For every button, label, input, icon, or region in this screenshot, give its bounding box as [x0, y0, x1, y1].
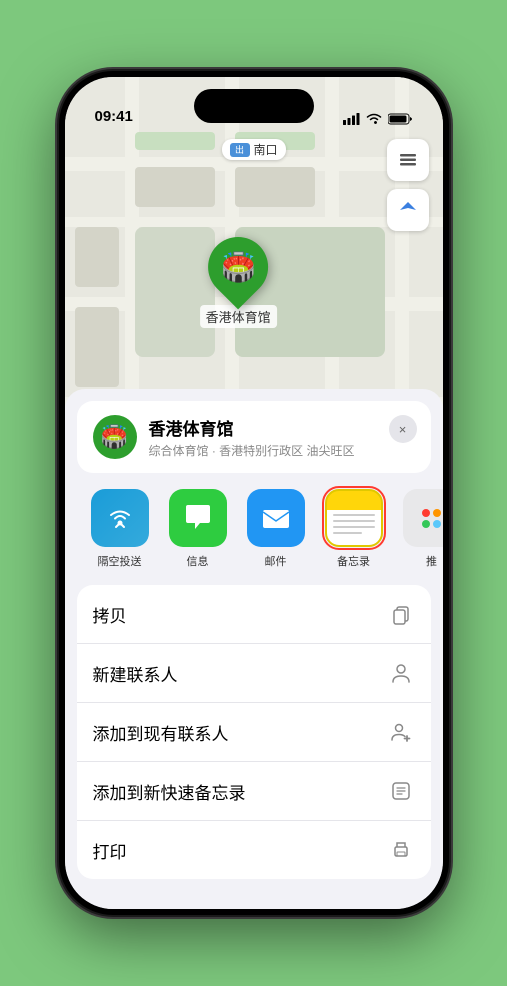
- venue-name: 香港体育馆: [149, 415, 415, 440]
- action-print-label: 打印: [93, 838, 127, 863]
- marker-pin: 🏟️: [196, 225, 281, 310]
- more-icon-bg: [403, 489, 443, 547]
- dynamic-island: [194, 89, 314, 123]
- wifi-icon: [366, 113, 382, 125]
- map-controls: [387, 139, 429, 239]
- mail-icon-bg: [247, 489, 305, 547]
- action-add-existing-label: 添加到现有联系人: [93, 720, 229, 745]
- person-icon: [387, 659, 415, 687]
- share-more[interactable]: 推: [393, 489, 443, 569]
- action-quick-note[interactable]: 添加到新快速备忘录: [77, 762, 431, 821]
- airdrop-label: 隔空投送: [98, 553, 142, 569]
- notes-label: 备忘录: [337, 553, 370, 569]
- messages-label: 信息: [187, 553, 209, 569]
- close-button[interactable]: ×: [389, 415, 417, 443]
- person-add-svg-icon: [390, 721, 412, 743]
- person-add-icon: [387, 718, 415, 746]
- venue-icon: 🏟️: [93, 415, 137, 459]
- print-svg-icon: [390, 839, 412, 861]
- person-svg-icon: [390, 662, 412, 684]
- phone-frame: 09:41: [59, 71, 449, 915]
- dot-blue: [433, 520, 441, 528]
- action-list: 拷贝 新建联系人: [77, 585, 431, 879]
- notes-line-1: [333, 514, 375, 516]
- more-dots-top: [422, 509, 441, 517]
- location-button[interactable]: [387, 189, 429, 231]
- airdrop-wifi-icon: [105, 503, 135, 533]
- mail-envelope-icon: [259, 501, 293, 535]
- battery-icon: [388, 113, 413, 125]
- note-icon: [387, 777, 415, 805]
- venue-card: 🏟️ 香港体育馆 综合体育馆 · 香港特别行政区 油尖旺区 ×: [77, 401, 431, 473]
- action-add-existing[interactable]: 添加到现有联系人: [77, 703, 431, 762]
- stadium-icon: 🏟️: [221, 251, 256, 284]
- share-mail[interactable]: 邮件: [237, 489, 315, 569]
- exit-text: 南口: [253, 141, 277, 158]
- notes-line-2: [333, 520, 375, 522]
- share-notes[interactable]: 备忘录: [315, 489, 393, 569]
- exit-dot: 出: [229, 143, 249, 157]
- signal-icon: [343, 113, 360, 125]
- share-airdrop[interactable]: 隔空投送: [81, 489, 159, 569]
- status-icons: [343, 113, 413, 125]
- map-type-button[interactable]: [387, 139, 429, 181]
- copy-icon: [387, 600, 415, 628]
- more-dots-bottom: [422, 520, 441, 528]
- action-copy[interactable]: 拷贝: [77, 585, 431, 644]
- dot-orange: [433, 509, 441, 517]
- messages-bubble-icon: [181, 501, 215, 535]
- dot-red: [422, 509, 430, 517]
- venue-info: 香港体育馆 综合体育馆 · 香港特别行政区 油尖旺区: [149, 415, 415, 459]
- airdrop-icon-bg: [91, 489, 149, 547]
- dot-green: [422, 520, 430, 528]
- share-row: 隔空投送 信息: [65, 473, 443, 577]
- status-time: 09:41: [95, 108, 133, 125]
- stadium-marker: 🏟️ 香港体育馆: [200, 237, 277, 328]
- bottom-sheet: 🏟️ 香港体育馆 综合体育馆 · 香港特别行政区 油尖旺区 ×: [65, 389, 443, 909]
- map-exit-label: 出 南口: [221, 139, 285, 160]
- copy-svg-icon: [390, 603, 412, 625]
- notes-line-3: [333, 526, 375, 528]
- location-arrow-icon: [398, 200, 418, 220]
- more-label: 推: [426, 553, 437, 569]
- map-layers-icon: [397, 149, 419, 171]
- venue-subtitle: 综合体育馆 · 香港特别行政区 油尖旺区: [149, 442, 415, 459]
- action-quick-note-label: 添加到新快速备忘录: [93, 779, 246, 804]
- action-new-contact-label: 新建联系人: [93, 661, 178, 686]
- notes-lines: [327, 510, 381, 545]
- action-new-contact[interactable]: 新建联系人: [77, 644, 431, 703]
- action-copy-label: 拷贝: [93, 602, 127, 627]
- action-print[interactable]: 打印: [77, 821, 431, 879]
- notes-line-4: [333, 532, 362, 534]
- phone-screen: 09:41: [65, 77, 443, 909]
- share-messages[interactable]: 信息: [159, 489, 237, 569]
- notes-icon-bg: [325, 489, 383, 547]
- print-icon: [387, 836, 415, 864]
- mail-label: 邮件: [265, 553, 287, 569]
- note-svg-icon: [390, 780, 412, 802]
- messages-icon-bg: [169, 489, 227, 547]
